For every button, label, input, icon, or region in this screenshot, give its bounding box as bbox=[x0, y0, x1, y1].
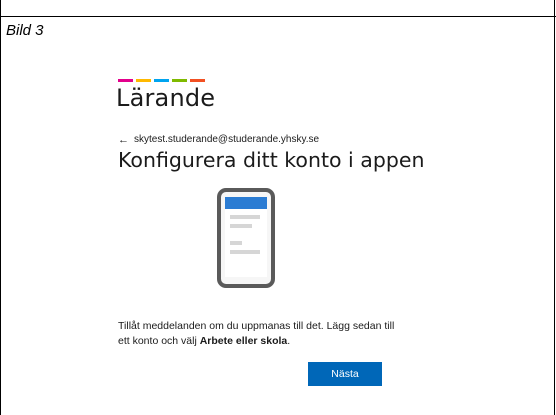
page-title: Konfigurera ditt konto i appen bbox=[118, 148, 425, 172]
brand-bar bbox=[154, 79, 169, 82]
embedded-screenshot: Lärande ← skytest.studerande@studerande.… bbox=[96, 62, 466, 392]
table-row-divider bbox=[0, 0, 556, 17]
next-button[interactable]: Nästa bbox=[308, 362, 382, 386]
brand-color-bars bbox=[118, 79, 208, 82]
phone-icon bbox=[217, 188, 275, 288]
brand-bar bbox=[172, 79, 187, 82]
instruction-text: Tillåt meddelanden om du uppmanas till d… bbox=[118, 319, 398, 349]
brand-bar bbox=[190, 79, 205, 82]
brand-bar bbox=[118, 79, 133, 82]
brand-name: Lärande bbox=[116, 84, 216, 112]
account-email: skytest.studerande@studerande.yhsky.se bbox=[134, 134, 320, 145]
brand-bar bbox=[136, 79, 151, 82]
figure-caption: Bild 3 bbox=[6, 22, 44, 39]
account-row: ← skytest.studerande@studerande.yhsky.se bbox=[118, 134, 319, 145]
instruction-bold-option: Arbete eller skola bbox=[199, 335, 288, 347]
instruction-text-end: . bbox=[287, 335, 291, 347]
arrow-left-icon[interactable]: ← bbox=[118, 134, 129, 145]
